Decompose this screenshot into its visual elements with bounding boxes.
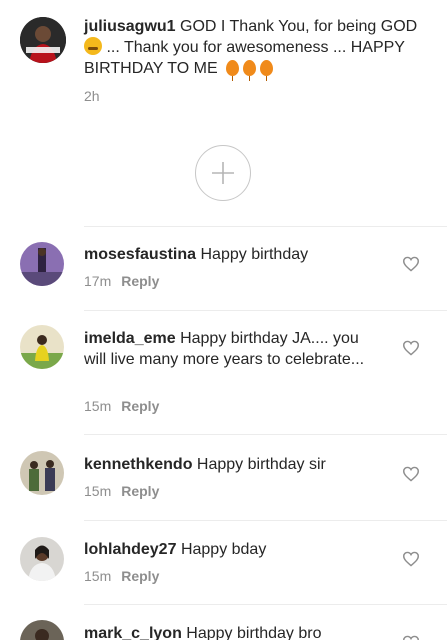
- heart-icon[interactable]: [402, 256, 420, 272]
- reply-button[interactable]: Reply: [121, 568, 159, 584]
- comment-timestamp: 15m: [84, 483, 112, 499]
- heart-icon[interactable]: [402, 551, 420, 567]
- comment-row: imelda_eme Happy birthday JA.... you wil…: [0, 310, 447, 434]
- comment-username[interactable]: lohlahdey27: [84, 541, 176, 558]
- comment-text: kennethkendo Happy birthday sir: [84, 454, 384, 475]
- balloon-icon: [226, 60, 240, 81]
- commenter-avatar[interactable]: [20, 242, 64, 286]
- comment-username[interactable]: mosesfaustina: [84, 246, 196, 263]
- relieved-face-icon: [84, 37, 102, 55]
- caption-avatar[interactable]: [20, 17, 66, 63]
- caption-text: juliusagwu1 GOD I Thank You, for being G…: [84, 16, 434, 81]
- comment-text: mosesfaustina Happy birthday: [84, 244, 384, 265]
- comment-username[interactable]: imelda_eme: [84, 330, 176, 347]
- comment-body: Happy birthday bro: [186, 625, 322, 640]
- reply-button[interactable]: Reply: [121, 398, 159, 414]
- comment-text: mark_c_lyon Happy birthday bro: [84, 623, 384, 640]
- comment-body: Happy birthday: [200, 246, 309, 263]
- caption-timestamp: 2h: [84, 88, 100, 104]
- balloon-icon: [243, 60, 257, 81]
- reply-button[interactable]: Reply: [121, 483, 159, 499]
- commenter-avatar[interactable]: [20, 537, 64, 581]
- comment-text: imelda_eme Happy birthday JA.... you wil…: [84, 328, 384, 370]
- heart-icon[interactable]: [402, 635, 420, 640]
- comment-username[interactable]: kennethkendo: [84, 456, 192, 473]
- comment-body: Happy bday: [180, 541, 267, 558]
- commenter-avatar[interactable]: [20, 451, 64, 495]
- comment-row: lohlahdey27 Happy bday 15m Reply: [0, 520, 447, 604]
- comment-row: mosesfaustina Happy birthday 17m Reply: [0, 226, 447, 310]
- comment-text: lohlahdey27 Happy bday: [84, 539, 384, 560]
- comment-row: mark_c_lyon Happy birthday bro: [0, 604, 447, 640]
- commenter-avatar[interactable]: [20, 325, 64, 369]
- comment-meta: 15m Reply: [84, 398, 159, 414]
- comment-row: kennethkendo Happy birthday sir 15m Reply: [0, 434, 447, 520]
- heart-icon[interactable]: [402, 466, 420, 482]
- comment-timestamp: 15m: [84, 398, 112, 414]
- comment-timestamp: 15m: [84, 568, 112, 584]
- caption: juliusagwu1 GOD I Thank You, for being G…: [0, 0, 447, 126]
- reply-button[interactable]: Reply: [121, 273, 159, 289]
- load-more-comments-button[interactable]: [195, 145, 251, 201]
- comment-body: Happy birthday sir: [196, 456, 326, 473]
- comment-timestamp: 17m: [84, 273, 112, 289]
- heart-icon[interactable]: [402, 340, 420, 356]
- comment-meta: 15m Reply: [84, 568, 159, 584]
- comment-meta: 15m Reply: [84, 483, 159, 499]
- comment-meta: 17m Reply: [84, 273, 159, 289]
- commenter-avatar[interactable]: [20, 620, 64, 640]
- comment-username[interactable]: mark_c_lyon: [84, 625, 182, 640]
- balloon-icon: [260, 60, 274, 81]
- plus-icon: [212, 162, 234, 184]
- caption-body-1: GOD I Thank You, for being GOD: [180, 18, 418, 35]
- caption-username[interactable]: juliusagwu1: [84, 18, 176, 35]
